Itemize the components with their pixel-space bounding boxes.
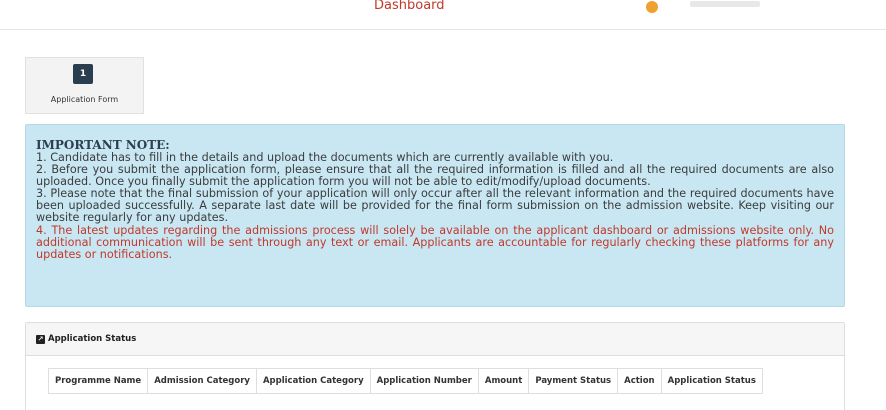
col-application-number: Application Number [369, 368, 479, 394]
col-payment-status: Payment Status [528, 368, 619, 394]
col-amount: Amount [477, 368, 530, 394]
col-admission-category: Admission Category [147, 368, 257, 394]
step-application-form[interactable]: 1 Application Form [25, 57, 144, 114]
step-label: Application Form [50, 95, 119, 104]
table-header-row: Programme Name Admission Category Applic… [47, 368, 763, 394]
status-panel-title: Application Status [48, 334, 137, 344]
note-item-3: 3. Please note that the final submission… [36, 187, 834, 225]
col-application-status: Application Status [660, 368, 763, 394]
col-action: Action [617, 368, 662, 394]
status-panel-header: ↗ Application Status [26, 323, 844, 356]
external-link-icon: ↗ [36, 334, 45, 344]
top-navbar: Dashboard [0, 0, 886, 30]
user-avatar-icon[interactable] [646, 1, 658, 13]
application-status-table: Programme Name Admission Category Applic… [47, 368, 763, 394]
step-number-badge: 1 [73, 64, 93, 84]
application-status-panel: ↗ Application Status Programme Name Admi… [25, 322, 845, 410]
note-item-4: 4. The latest updates regarding the admi… [36, 223, 834, 261]
col-application-category: Application Category [255, 368, 371, 394]
col-programme-name: Programme Name [47, 368, 149, 394]
note-title: IMPORTANT NOTE: [36, 138, 170, 152]
note-item-2: 2. Before you submit the application for… [36, 163, 834, 189]
user-menu[interactable] [690, 1, 760, 7]
dashboard-link[interactable]: Dashboard [374, 0, 445, 13]
important-note-panel: IMPORTANT NOTE: 1. Candidate has to fill… [25, 124, 845, 307]
